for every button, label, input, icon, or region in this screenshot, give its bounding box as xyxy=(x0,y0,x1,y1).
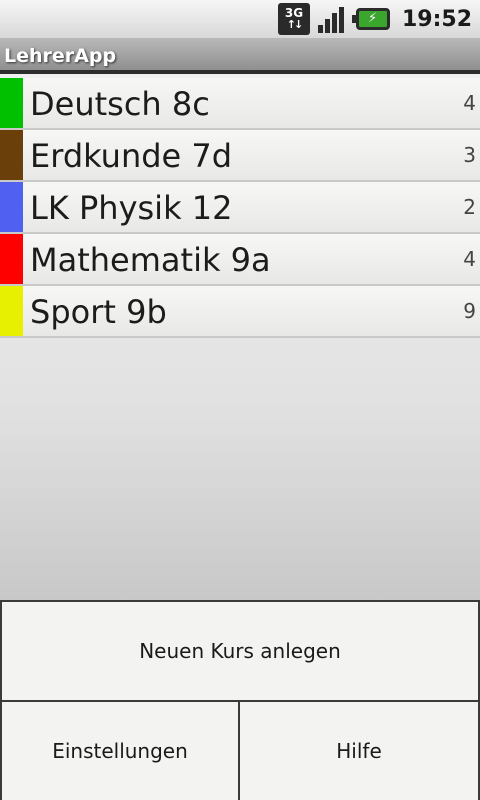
status-bar: 3G ↑↓ ⚡ 19:52 xyxy=(0,0,480,38)
course-name: Erdkunde 7d xyxy=(30,137,233,175)
course-item[interactable]: LK Physik 12 2 xyxy=(0,182,480,234)
signal-icon xyxy=(316,3,348,35)
status-time: 19:52 xyxy=(401,6,472,32)
course-color-swatch xyxy=(0,286,23,336)
course-count: 3 xyxy=(463,143,476,167)
course-name: LK Physik 12 xyxy=(30,189,233,227)
course-color-swatch xyxy=(0,130,23,180)
course-count: 4 xyxy=(463,247,476,271)
course-list: Deutsch 8c 4 Erdkunde 7d 3 LK Physik 12 … xyxy=(0,78,480,338)
new-course-button[interactable]: Neuen Kurs anlegen xyxy=(2,602,478,700)
course-item[interactable]: Erdkunde 7d 3 xyxy=(0,130,480,182)
course-item[interactable]: Sport 9b 9 xyxy=(0,286,480,338)
options-menu: Neuen Kurs anlegen Einstellungen Hilfe xyxy=(0,600,480,800)
course-item[interactable]: Deutsch 8c 4 xyxy=(0,78,480,130)
help-button[interactable]: Hilfe xyxy=(240,702,478,800)
course-name: Mathematik 9a xyxy=(30,241,271,279)
course-count: 4 xyxy=(463,91,476,115)
course-name: Deutsch 8c xyxy=(30,85,210,123)
data-arrows-icon: ↑↓ xyxy=(286,18,304,31)
battery-charging-icon: ⚡ xyxy=(351,8,390,30)
app-title-bar: LehrerApp xyxy=(0,38,480,74)
settings-button[interactable]: Einstellungen xyxy=(2,702,238,800)
app-title: LehrerApp xyxy=(4,45,117,67)
course-item[interactable]: Mathematik 9a 4 xyxy=(0,234,480,286)
course-color-swatch xyxy=(0,78,23,128)
course-count: 2 xyxy=(463,195,476,219)
course-name: Sport 9b xyxy=(30,293,167,331)
network-3g-icon: 3G ↑↓ xyxy=(277,3,310,35)
course-count: 9 xyxy=(463,299,476,323)
course-color-swatch xyxy=(0,182,23,232)
course-color-swatch xyxy=(0,234,23,284)
